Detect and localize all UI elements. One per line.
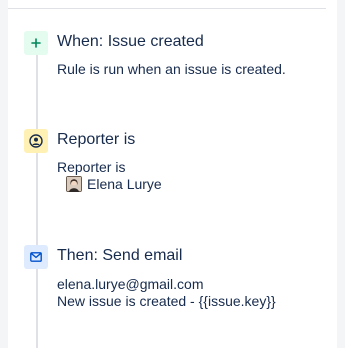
avatar — [66, 176, 82, 192]
condition-user: Elena Lurye — [66, 176, 162, 193]
plus-icon — [24, 31, 48, 55]
user-circle-icon — [24, 129, 48, 153]
condition-label: Reporter is — [57, 159, 126, 175]
rule-step-condition[interactable]: Reporter is Reporter is Elena Lurye — [24, 129, 325, 195]
action-email-subject: New issue is created - {{issue.key}} — [57, 293, 276, 309]
trigger-title: When: Issue created — [57, 33, 204, 50]
left-panel-edge — [0, 0, 8, 348]
rule-step-trigger[interactable]: When: Issue created Rule is run when an … — [24, 31, 325, 81]
condition-user-name: Elena Lurye — [87, 176, 162, 192]
action-email-to: elena.lurye@gmail.com — [57, 276, 204, 292]
condition-title: Reporter is — [57, 131, 136, 148]
action-title: Then: Send email — [57, 247, 183, 264]
top-divider — [8, 8, 326, 9]
right-panel-edge — [337, 0, 345, 348]
rule-step-action[interactable]: Then: Send email elena.lurye@gmail.com N… — [24, 245, 325, 311]
envelope-icon — [24, 245, 48, 269]
trigger-description: Rule is run when an issue is created. — [57, 61, 286, 77]
